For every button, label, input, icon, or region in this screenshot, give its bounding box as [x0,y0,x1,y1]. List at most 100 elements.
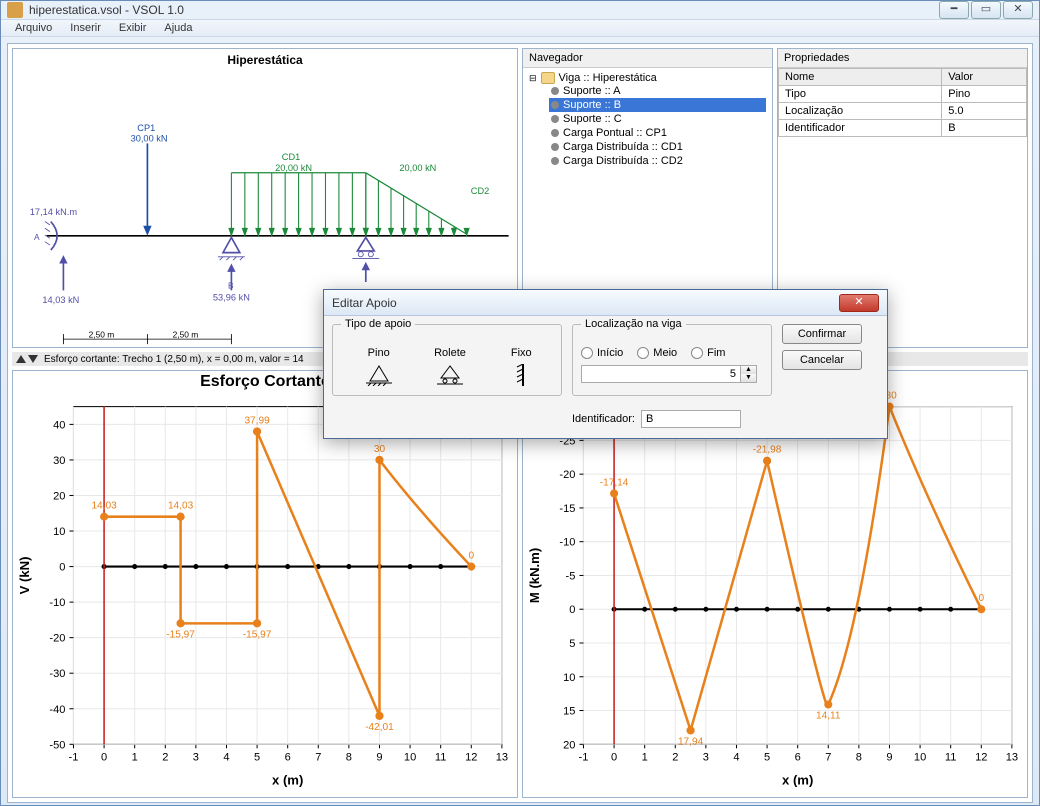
rolete-icon [436,363,464,387]
svg-text:11: 11 [945,751,956,763]
svg-text:2: 2 [672,751,678,763]
radio-inicio[interactable]: Início [581,347,623,359]
dialog-title: Editar Apoio [332,296,839,310]
svg-text:A: A [34,232,40,242]
radio-meio[interactable]: Meio [637,347,677,359]
table-row[interactable]: IdentificadorB [779,120,1027,137]
content-area: Hiperestática A 17,14 kN.m 14,03 kN [7,43,1033,803]
svg-text:B: B [228,281,234,291]
status-line: Esforço cortante: Trecho 1 (2,50 m), x =… [44,354,304,365]
beam-title: Hiperestática [13,53,517,67]
menu-exibir[interactable]: Exibir [111,20,155,36]
svg-text:17,94: 17,94 [678,736,704,747]
minimize-button[interactable]: ━ [939,1,969,19]
svg-text:M (kN.m): M (kN.m) [527,548,542,603]
tree-item[interactable]: Carga Distribuída :: CD1 [549,140,766,154]
svg-text:-40: -40 [49,704,65,716]
svg-text:-21,98: -21,98 [753,445,782,456]
svg-text:10: 10 [563,672,575,684]
svg-text:15: 15 [563,706,575,718]
maximize-button[interactable]: ▭ [971,1,1001,19]
radio-fim[interactable]: Fim [691,347,725,359]
location-group: Localização na viga Início Meio Fim ▲▼ [572,324,772,396]
svg-text:20: 20 [563,739,575,751]
tree-item-label: Suporte :: A [563,85,620,97]
menu-ajuda[interactable]: Ajuda [156,20,200,36]
svg-text:9: 9 [886,751,892,763]
svg-text:5: 5 [254,751,260,763]
table-row[interactable]: Localização5.0 [779,103,1027,120]
svg-text:11: 11 [435,751,446,763]
svg-text:10: 10 [914,751,926,763]
svg-text:40: 40 [53,419,65,431]
svg-text:20,00 kN: 20,00 kN [399,163,436,173]
cancel-button[interactable]: Cancelar [782,350,862,370]
svg-text:-15,97: -15,97 [166,629,195,640]
location-input[interactable] [581,365,741,383]
label-pino: Pino [368,347,390,359]
svg-text:20,00 kN: 20,00 kN [275,163,312,173]
svg-text:30: 30 [374,444,386,455]
svg-text:-15,97: -15,97 [243,629,272,640]
svg-text:9: 9 [376,751,382,763]
svg-text:-17,14: -17,14 [600,477,629,488]
svg-text:14,11: 14,11 [816,711,841,722]
node-icon [551,129,559,137]
node-icon [551,143,559,151]
svg-text:17,14 kN.m: 17,14 kN.m [30,207,78,217]
svg-text:0: 0 [59,562,65,574]
tree-item-label: Suporte :: C [563,113,622,125]
svg-text:2,50 m: 2,50 m [89,329,115,339]
prop-name: Tipo [779,86,942,103]
node-icon [551,101,559,109]
tree-item[interactable]: Suporte :: A [549,84,766,98]
svg-text:20: 20 [53,491,65,503]
svg-text:-15: -15 [559,503,575,515]
tree-item[interactable]: Suporte :: B [549,98,766,112]
svg-text:6: 6 [795,751,801,763]
tree-item[interactable]: Suporte :: C [549,112,766,126]
svg-text:V (kN): V (kN) [17,557,32,595]
spin-up[interactable]: ▲ [741,366,756,374]
svg-text:13: 13 [496,751,508,763]
spin-down[interactable]: ▼ [741,374,756,382]
svg-text:0: 0 [611,751,617,763]
confirm-button[interactable]: Confirmar [782,324,862,344]
app-icon [7,2,23,18]
identifier-input[interactable] [641,410,741,428]
tree-item-label: Carga Distribuída :: CD1 [563,141,683,153]
dialog-close-button[interactable]: ✕ [839,294,879,312]
dialog-titlebar[interactable]: Editar Apoio ✕ [324,290,887,316]
svg-text:4: 4 [733,751,739,763]
node-icon [551,115,559,123]
table-row[interactable]: TipoPino [779,86,1027,103]
edit-support-dialog: Editar Apoio ✕ Tipo de apoio Pino [323,289,888,439]
properties-title: Propriedades [778,49,1027,68]
prop-name: Localização [779,103,942,120]
svg-text:-1: -1 [579,751,589,763]
svg-text:3: 3 [703,751,709,763]
support-type-legend: Tipo de apoio [341,318,415,330]
menu-inserir[interactable]: Inserir [62,20,109,36]
svg-text:CP1: CP1 [137,123,155,133]
svg-text:7: 7 [315,751,321,763]
svg-text:-50: -50 [49,739,65,751]
menu-arquivo[interactable]: Arquivo [7,20,60,36]
location-spinner[interactable]: ▲▼ [581,365,763,383]
svg-text:-5: -5 [566,570,576,582]
identifier-label: Identificador: [572,413,635,425]
location-legend: Localização na viga [581,318,686,330]
menubar: Arquivo Inserir Exibir Ajuda [1,19,1039,37]
close-button[interactable]: ✕ [1003,1,1033,19]
svg-text:13: 13 [1006,751,1018,763]
node-icon [551,157,559,165]
tree-item-label: Suporte :: B [563,99,621,111]
tree-root[interactable]: ⊟ Viga :: Hiperestática [529,72,766,84]
tree-item[interactable]: Carga Distribuída :: CD2 [549,154,766,168]
pino-icon [365,363,393,387]
tree[interactable]: ⊟ Viga :: Hiperestática Suporte :: ASupo… [523,68,772,172]
tree-item[interactable]: Carga Pontual :: CP1 [549,126,766,140]
svg-text:10: 10 [53,526,65,538]
svg-text:-10: -10 [559,537,575,549]
node-icon [551,87,559,95]
